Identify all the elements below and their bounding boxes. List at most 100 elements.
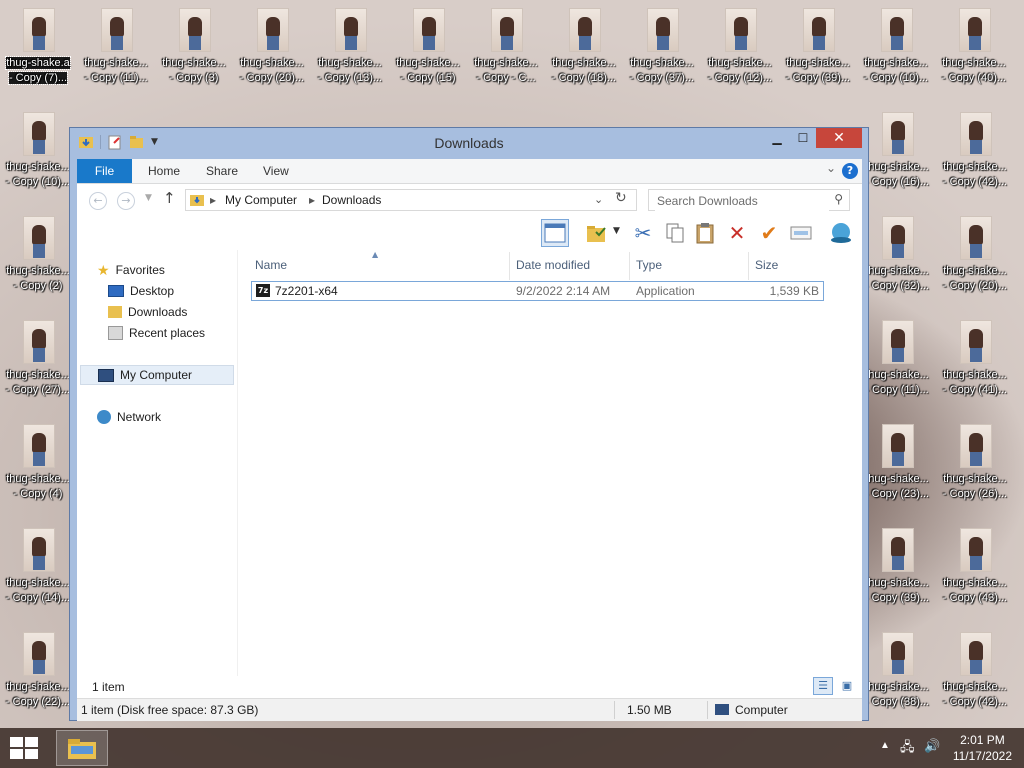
large-icons-view-icon[interactable]: ▣ — [837, 677, 857, 695]
desktop-file-label: thug-shake... - Copy (41)... — [942, 369, 1008, 396]
desktop-file-icon[interactable]: thug-shake... - Copy (10)... — [1, 104, 75, 204]
desktop-file-icon[interactable]: thug-shake... - Copy (39)... — [781, 0, 855, 100]
nav-desktop[interactable]: Desktop — [108, 281, 174, 301]
desktop-file-icon[interactable]: thug-shake... - Copy (16)... — [860, 104, 934, 204]
desktop-file-icon[interactable]: thug-shake... - Copy (41)... — [938, 312, 1012, 412]
file-row[interactable]: 7z 7z2201-x64 9/2/2022 2:14 AM Applicati… — [251, 281, 824, 301]
taskbar-file-explorer-button[interactable] — [56, 730, 108, 766]
image-thumbnail-icon — [725, 8, 757, 52]
cut-icon[interactable]: ✂ — [629, 219, 657, 247]
forward-button[interactable]: → — [117, 192, 135, 210]
desktop-file-label: thug-shake... - Copy (20)... — [942, 265, 1008, 292]
breadcrumb-my-computer[interactable]: My Computer — [225, 193, 297, 207]
nav-favorites[interactable]: ★ Favorites — [97, 260, 165, 280]
desktop-file-icon[interactable]: thug-shake... - Copy (42)... — [938, 624, 1012, 724]
image-thumbnail-icon — [960, 424, 992, 468]
details-view-icon[interactable]: ☰ — [813, 677, 833, 695]
desktop-file-label: thug-shake... - Copy (42)... — [942, 681, 1008, 708]
back-button[interactable]: ← — [89, 192, 107, 210]
image-thumbnail-icon — [960, 528, 992, 572]
desktop-file-label: thug-shake... - Copy (16)... — [864, 161, 930, 188]
desktop-file-icon[interactable]: thug-shake... - Copy (11)... — [79, 0, 153, 100]
desktop-file-icon[interactable]: thug-shake... - Copy (11)... — [860, 312, 934, 412]
show-hidden-icons-icon[interactable]: ▲ — [880, 740, 890, 751]
expand-ribbon-icon[interactable]: ⌄ — [826, 161, 836, 175]
refresh-icon[interactable]: ↻ — [615, 190, 627, 206]
desktop-file-icon[interactable]: thug-shake... - Copy (10)... — [859, 0, 933, 100]
desktop-file-icon[interactable]: thug-shake... - Copy (18)... — [547, 0, 621, 100]
nav-recent-places[interactable]: Recent places — [108, 323, 205, 343]
nav-network[interactable]: Network — [97, 407, 161, 427]
column-header-size[interactable]: Size — [755, 258, 778, 272]
desktop-file-icon[interactable]: thug-shake... - Copy (27)... — [1, 312, 75, 412]
column-header-name[interactable]: Name — [255, 258, 287, 272]
desktop-file-icon[interactable]: thug-shake... - Copy (37)... — [625, 0, 699, 100]
desktop-file-icon[interactable]: thug-shake... - Copy (20)... — [938, 208, 1012, 308]
disk-free-text: 1 item (Disk free space: 87.3 GB) — [81, 703, 259, 717]
desktop-file-icon[interactable]: thug-shake... - Copy (20)... — [235, 0, 309, 100]
file-explorer-icon — [68, 739, 96, 759]
minimize-button[interactable]: ▁ — [764, 128, 790, 148]
breadcrumb-downloads[interactable]: Downloads — [322, 193, 381, 207]
rename-icon[interactable] — [787, 219, 815, 247]
folder-options-icon[interactable] — [583, 219, 611, 247]
maximize-button[interactable]: ☐ — [790, 128, 816, 148]
search-input[interactable] — [655, 191, 829, 211]
window-title: Downloads — [434, 135, 504, 151]
desktop-file-label: thug-shake... - Copy (12)... — [707, 57, 773, 84]
desktop-file-icon[interactable]: thug-shake... - Copy (43)... — [938, 520, 1012, 620]
options-dropdown-icon[interactable]: ▼ — [613, 226, 620, 236]
help-icon[interactable]: ? — [842, 163, 858, 179]
close-button[interactable]: ✕ — [816, 128, 862, 148]
address-bar[interactable]: ▸ My Computer ▸ Downloads ⌄ — [185, 189, 637, 211]
desktop-file-icon[interactable]: thug-shake... - Copy (4) — [1, 416, 75, 516]
windows-start-icon[interactable] — [10, 737, 38, 759]
desktop-file-icon[interactable]: thug-shake... - Copy (39)... — [860, 520, 934, 620]
image-thumbnail-icon — [23, 8, 55, 52]
column-header-type[interactable]: Type — [636, 258, 662, 272]
image-thumbnail-icon — [960, 320, 992, 364]
nav-my-computer[interactable]: My Computer — [80, 365, 234, 385]
search-box[interactable]: ⚲ — [648, 189, 850, 211]
desktop-file-icon[interactable]: thug-shake... - Copy (32)... — [860, 208, 934, 308]
desktop-file-icon[interactable]: thug-shake... - Copy (40)... — [937, 0, 1011, 100]
tab-home[interactable]: Home — [148, 159, 180, 183]
desktop-file-icon[interactable]: thug-shake... - Copy (22)... — [1, 624, 75, 724]
desktop-file-icon[interactable]: thug-shake... - Copy (15) — [391, 0, 465, 100]
copy-icon[interactable] — [661, 219, 689, 247]
desktop-file-icon[interactable]: thug-shake... - Copy (23)... — [860, 416, 934, 516]
desktop-file-icon[interactable]: thug-shake... - Copy (2) — [1, 208, 75, 308]
tab-view[interactable]: View — [263, 159, 289, 183]
desktop-file-icon[interactable]: thug-shake... - Copy (13)... — [313, 0, 387, 100]
desktop-file-icon[interactable]: thug-shake... - Copy (3) — [157, 0, 231, 100]
desktop-file-icon[interactable]: thug-shake... - Copy (38)... — [860, 624, 934, 724]
preview-pane-icon[interactable] — [541, 219, 569, 247]
delete-icon[interactable]: ✕ — [723, 219, 751, 247]
desktop-file-icon[interactable]: thug-shake... - Copy - C... — [469, 0, 543, 100]
item-count: 1 item — [92, 680, 125, 694]
desktop-file-icon[interactable]: thug-shake... - Copy (12)... — [703, 0, 777, 100]
desktop-file-icon[interactable]: thug-shake... - Copy (26)... — [938, 416, 1012, 516]
navigation-pane: ★ Favorites Desktop Downloads Recent pla… — [77, 250, 238, 697]
paste-icon[interactable] — [691, 219, 719, 247]
network-globe-icon[interactable] — [827, 219, 855, 247]
nav-downloads[interactable]: Downloads — [108, 302, 187, 322]
title-bar[interactable]: ▼ Downloads ▁ ☐ ✕ — [70, 128, 868, 158]
desktop-file-icon[interactable]: thug-shake... - Copy (42)... — [938, 104, 1012, 204]
image-thumbnail-icon — [179, 8, 211, 52]
desktop-file-label: thug-shake... - Copy (2) — [6, 265, 70, 292]
search-icon[interactable]: ⚲ — [834, 192, 843, 206]
network-tray-icon[interactable]: 🖧 — [900, 738, 915, 760]
up-button[interactable]: ↑ — [163, 189, 176, 207]
address-dropdown-icon[interactable]: ⌄ — [594, 193, 603, 206]
desktop-file-icon[interactable]: thug-shake... - Copy (14)... — [1, 520, 75, 620]
tab-file[interactable]: File — [77, 159, 132, 183]
column-header-date[interactable]: Date modified — [516, 258, 590, 272]
tab-share[interactable]: Share — [206, 159, 238, 183]
volume-icon[interactable]: 🔊 — [924, 738, 940, 754]
explorer-window[interactable]: ▼ Downloads ▁ ☐ ✕ File Home Share View ⌄… — [69, 127, 869, 721]
desktop-file-icon[interactable]: thug-shake.a - Copy (7)... — [1, 0, 75, 100]
recent-locations-icon[interactable]: ▼ — [145, 193, 152, 203]
clock[interactable]: 2:01 PM 11/17/2022 — [953, 732, 1012, 764]
checkmark-icon[interactable]: ✔ — [755, 219, 783, 247]
